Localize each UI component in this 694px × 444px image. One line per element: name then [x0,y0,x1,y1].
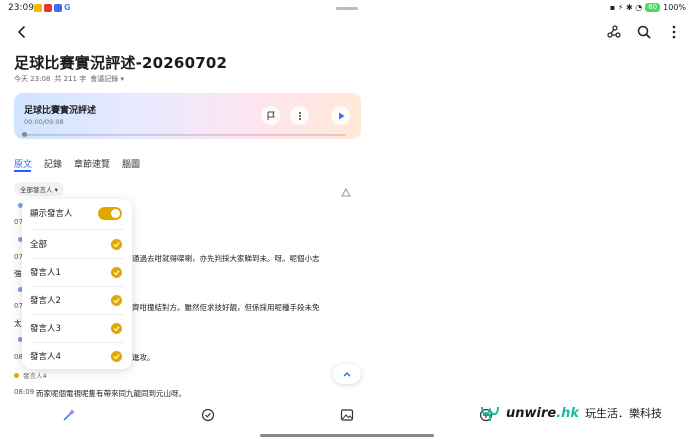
back-button[interactable] [14,24,30,40]
search-button[interactable] [636,24,652,40]
player-progress-track[interactable] [24,134,346,136]
flag-icon [267,111,275,120]
speaker-option-3[interactable]: 發言人3 [22,314,132,342]
transcript-line: 進攻。 [132,353,155,362]
search-icon [637,25,651,39]
status-app-icons: G [34,4,72,12]
transcript-line: 通過去咁就得㗎喇，亦先判採大家睇到未。呀。呢個小志 [132,254,320,263]
show-speaker-toggle-row[interactable]: 顯示發言人 [22,199,132,227]
check-circle-icon [201,408,215,422]
status-indicators: ▪ ⚡ ✱ ◔ 60 100% [610,3,686,12]
check-icon [111,266,122,278]
more-vertical-icon [298,111,301,120]
chevron-up-icon [343,372,351,377]
edit-assist-button[interactable] [340,183,352,197]
transcript-line-wrap: 強 [14,269,22,278]
page-title: 足球比賽實況評述-20260702 [14,54,228,72]
meta-word-count: 共 211 字 [54,75,87,83]
show-speaker-toggle[interactable] [98,206,122,220]
check-icon [111,350,122,362]
option-label: 發言人2 [30,296,61,306]
meta-date: 今天 23:08 [14,75,51,83]
play-icon [338,112,344,119]
notification-icon [34,4,42,12]
play-button[interactable] [331,106,350,125]
speaker-dot [14,372,19,378]
home-indicator[interactable] [260,434,434,437]
speaker-name: 發言人4 [23,372,47,380]
speaker-badge: 發言人4 [14,370,47,380]
timestamp: 08:09 [14,388,35,396]
option-label: 發言人3 [30,324,61,334]
meta-category-dropdown[interactable]: 會議記錄 ▾ [90,74,124,84]
app-icon [54,4,62,12]
speaker-option-all[interactable]: 全部 [22,230,132,258]
show-speaker-label: 顯示發言人 [30,209,73,219]
flag-button[interactable] [261,106,280,125]
triangle-ruler-icon [341,187,351,197]
transcript-line: 而家呢個電視呢隻有帶來同九龍同到元山呀。 [36,389,186,398]
speaker-option-4[interactable]: 發言人4 [22,342,132,370]
image-button[interactable] [340,407,354,421]
more-vertical-icon [672,25,676,39]
magic-pen-icon [63,409,75,421]
unwire-logo-icon [481,406,499,421]
speaker-option-2[interactable]: 發言人2 [22,286,132,314]
brand-suffix: .hk [556,405,580,421]
speaker-dropdown: 顯示發言人 全部 發言人1 發言人2 發言人3 發言人4 [22,199,132,369]
status-time: 23:09 [8,3,34,13]
brand-text: unwire [506,405,557,421]
check-icon [111,238,122,250]
checklist-button[interactable] [201,407,215,422]
back-arrow-icon [17,26,25,38]
google-icon: G [64,3,72,12]
share-icon [607,25,621,38]
status-handle [336,7,358,10]
battery-icon: 60 [645,3,661,12]
more-button[interactable] [666,24,682,40]
tab-mindmap[interactable]: 腦圖 [122,157,140,170]
player-progress-handle[interactable] [22,132,27,137]
check-icon [111,322,122,334]
tab-bar: 原文 記錄 章節速覽 腦圖 [14,157,140,170]
transcript-line: 齊咁撞結對方。雖然佢求技好靚，但係採用呢種手段未免 [132,303,320,312]
scroll-to-top-button[interactable] [333,364,361,384]
transcript-line-wrap: 太 [14,319,22,328]
watermark-partner: 玩生活．樂科技 [585,407,663,420]
youtube-icon [44,4,52,12]
share-button[interactable] [606,24,622,40]
tab-indicator [14,170,31,172]
option-label: 發言人1 [30,268,61,278]
option-label: 發言人4 [30,352,61,362]
speaker-filter-button[interactable]: 全部發言人 ▾ [14,182,64,196]
option-label: 全部 [30,240,48,250]
tab-chapters[interactable]: 章節速覽 [74,157,110,170]
signal-icon: ▪ ⚡ ✱ ◔ [609,3,643,12]
player-more-button[interactable] [290,106,309,125]
watermark: unwire.hk 玩生活．樂科技 [480,404,662,422]
ai-assist-button[interactable] [62,407,76,421]
tab-original[interactable]: 原文 [14,157,32,170]
speaker-option-1[interactable]: 發言人1 [22,258,132,286]
note-meta: 今天 23:08 共 211 字 會議記錄 ▾ [14,74,124,84]
image-icon [340,409,354,421]
tab-notes[interactable]: 記錄 [44,157,62,170]
player-title: 足球比賽實況評述 [24,106,97,116]
player-time: 00:00/09:08 [24,118,64,126]
watermark-brand: unwire.hk [506,406,579,421]
battery-percent: 100% [663,3,686,12]
check-icon [111,294,122,306]
